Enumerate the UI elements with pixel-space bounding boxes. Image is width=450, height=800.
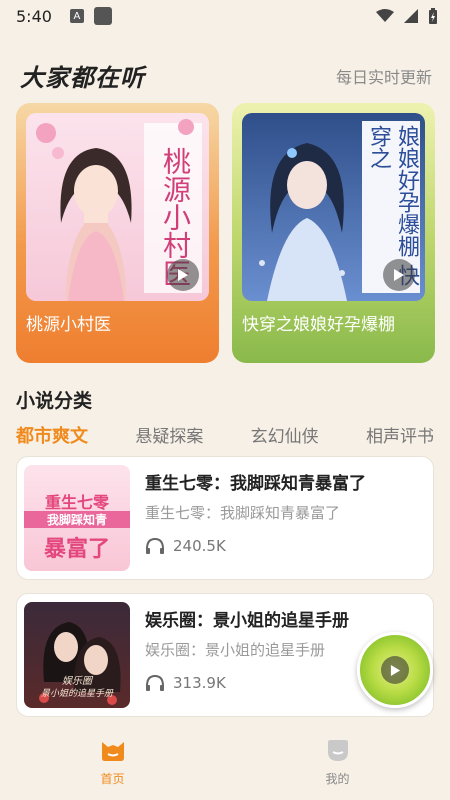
book-plays-1: 240.5K [145, 537, 226, 555]
book-plays-2: 313.9K [145, 674, 226, 692]
play-button-1[interactable] [167, 259, 199, 291]
featured-card-1[interactable]: 桃源小村医 桃源小村医 [16, 103, 219, 363]
tab-mystery[interactable]: 悬疑探案 [135, 422, 203, 448]
bottom-nav: 首页 我的 [0, 730, 450, 800]
nav-mine-label: 我的 [325, 772, 350, 786]
play-button-2[interactable] [383, 259, 415, 291]
book-card-1[interactable]: 重生七零 我脚踩知青 暴富了 重生七零：我脚踩知青暴富了 重生七零：我脚踩知青暴… [16, 456, 434, 580]
book-cover-1-line-3: 暴富了 [43, 537, 110, 562]
headphones-icon [146, 674, 164, 691]
wifi-icon [376, 9, 394, 22]
nav-mine[interactable]: 我的 [225, 730, 450, 800]
nav-home-label: 首页 [100, 772, 125, 786]
category-tabs: 都市爽文 悬疑探案 玄幻仙侠 相声评书 [16, 422, 434, 448]
book-title-1: 重生七零：我脚踩知青暴富了 [145, 474, 366, 494]
section-title-popular: 大家都在听 [20, 64, 145, 92]
tab-fantasy[interactable]: 玄幻仙侠 [251, 422, 319, 448]
profile-icon [327, 740, 348, 761]
book-cover-2-line-2: 景小姐的追星手册 [40, 689, 113, 699]
floating-player[interactable] [357, 632, 433, 708]
featured-card-2[interactable]: 娘娘好孕爆棚 快穿之 快穿之娘娘好孕爆棚 [232, 103, 435, 363]
notification-app-icon [93, 7, 112, 25]
tab-crosstalk[interactable]: 相声评书 [366, 422, 434, 448]
home-cat-icon [101, 742, 124, 761]
status-bar: 5:40 A [0, 0, 450, 32]
featured-title-1: 桃源小村医 [26, 315, 111, 335]
featured-title-2: 快穿之娘娘好孕爆棚 [242, 315, 395, 335]
play-icon [390, 664, 400, 676]
book-cover-1-line-1: 重生七零 [44, 493, 109, 512]
signal-icon [404, 9, 418, 23]
floating-play-button[interactable] [381, 656, 409, 684]
book-cover-1: 重生七零 我脚踩知青 暴富了 [24, 465, 130, 571]
play-count-2: 313.9K [173, 674, 226, 692]
play-icon [178, 269, 188, 281]
notification-a-icon: A [69, 9, 84, 23]
book-subtitle-1: 重生七零：我脚踩知青暴富了 [145, 504, 341, 522]
nav-home[interactable]: 首页 [0, 730, 225, 800]
featured-cover-2: 娘娘好孕爆棚 快穿之 [242, 113, 425, 301]
book-cover-2: 娱乐圈 景小姐的追星手册 [24, 602, 130, 708]
section-title-categories: 小说分类 [16, 390, 93, 412]
headphones-icon [146, 537, 164, 554]
book-cover-1-line-2: 我脚踩知青 [24, 511, 130, 528]
book-cover-2-line-1: 娱乐圈 [62, 676, 92, 687]
tab-urban[interactable]: 都市爽文 [16, 422, 88, 448]
book-title-2: 娱乐圈：景小姐的追星手册 [145, 611, 349, 631]
featured-cover-1: 桃源小村医 [26, 113, 209, 301]
status-time: 5:40 [16, 6, 52, 26]
play-icon [394, 269, 404, 281]
battery-icon [429, 8, 437, 24]
play-count-1: 240.5K [173, 537, 226, 555]
status-icons [376, 8, 438, 24]
book-subtitle-2: 娱乐圈：景小姐的追星手册 [145, 641, 326, 659]
daily-update-link[interactable]: 每日实时更新 [336, 64, 432, 88]
